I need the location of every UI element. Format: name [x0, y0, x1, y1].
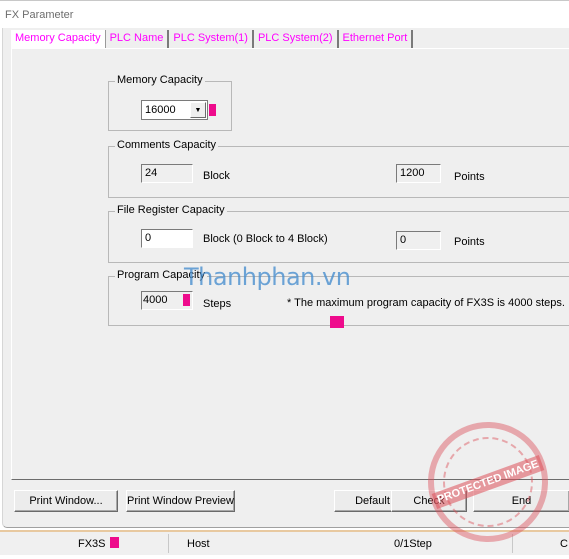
file-register-block-input[interactable]: 0	[141, 229, 193, 248]
comments-block-field: 24	[141, 164, 193, 183]
comments-points-field: 1200	[396, 164, 441, 183]
highlight-marker	[209, 104, 216, 116]
tab-plc-system-2[interactable]: PLC System(2)	[253, 30, 339, 48]
program-capacity-note: * The maximum program capacity of FX3S i…	[287, 297, 565, 309]
window-title: FX Parameter	[5, 9, 74, 21]
status-plc-type: FX3S	[78, 538, 106, 550]
memory-capacity-value: 16000	[145, 104, 176, 116]
memory-capacity-select[interactable]: 16000 ▼	[141, 100, 208, 120]
status-extra: C	[560, 538, 568, 550]
tab-memory-capacity[interactable]: Memory Capacity	[11, 30, 106, 49]
stamp-text: PROTECTED IMAGE	[431, 454, 545, 510]
highlight-marker	[183, 294, 190, 306]
comments-points-unit: Points	[454, 171, 485, 183]
tab-ethernet-port[interactable]: Ethernet Port	[338, 30, 414, 48]
memory-capacity-group: Memory Capacity 16000 ▼	[108, 74, 232, 131]
file-register-capacity-group: File Register Capacity 0 Block (0 Block …	[108, 204, 569, 263]
print-window-preview-button[interactable]: Print Window Preview	[126, 490, 235, 512]
file-register-capacity-label: File Register Capacity	[115, 204, 227, 216]
status-divider	[168, 534, 169, 553]
tab-plc-system-1[interactable]: PLC System(1)	[169, 30, 254, 48]
program-steps-unit: Steps	[203, 298, 232, 310]
tab-plc-name[interactable]: PLC Name	[105, 30, 170, 48]
comments-capacity-group: Comments Capacity 24 Block 1200 Points	[108, 139, 569, 198]
print-window-button[interactable]: Print Window...	[14, 490, 118, 512]
watermark-text: Thanhphan.vn	[184, 263, 351, 291]
comments-capacity-label: Comments Capacity	[115, 139, 219, 151]
memory-capacity-label: Memory Capacity	[115, 74, 205, 86]
highlight-marker	[110, 537, 119, 548]
highlight-marker	[330, 316, 344, 328]
comments-block-unit: Block	[203, 170, 230, 182]
file-register-points-unit: Points	[454, 236, 485, 248]
file-register-points-field: 0	[396, 231, 441, 250]
stamp-inner-ring: PROTECTED IMAGE	[430, 424, 546, 540]
status-connection: Host	[187, 538, 210, 550]
title-bar: FX Parameter	[0, 2, 569, 28]
tab-strip: Memory Capacity PLC Name PLC System(1) P…	[11, 30, 414, 49]
status-steps: 0/1Step	[394, 538, 432, 550]
chevron-down-icon[interactable]: ▼	[190, 102, 206, 118]
file-register-block-unit: Block (0 Block to 4 Block)	[203, 233, 328, 245]
